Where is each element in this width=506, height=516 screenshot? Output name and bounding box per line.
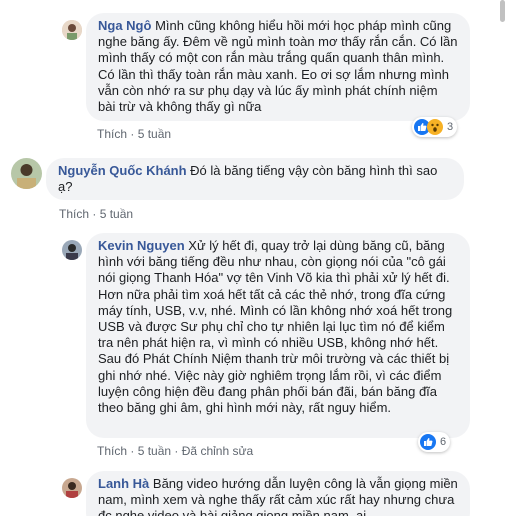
avatar[interactable] [62,20,82,40]
avatar-image [11,158,42,189]
comment-actions: Thích · 5 tuần · Đã chỉnh sửa [97,444,253,458]
comment-text: Băng video hướng dẫn luyện công là vẫn g… [98,476,458,516]
edited-label[interactable]: Đã chỉnh sửa [182,444,253,458]
timestamp[interactable]: 5 tuần [100,207,133,221]
comment-author[interactable]: Lanh Hà [98,476,153,491]
reaction-summary[interactable]: 3 [412,117,458,137]
scrollbar[interactable] [498,0,506,516]
reaction-count: 3 [447,121,454,133]
scroll-thumb[interactable] [500,0,505,22]
comment-author[interactable]: Nguyễn Quốc Khánh [58,163,190,178]
separator: · [92,207,100,221]
like-link[interactable]: Thích [97,127,127,141]
comment-actions: Thích · 5 tuần [97,127,171,141]
comment-author[interactable]: Kevin Nguyen [98,238,188,253]
comment-actions: Thích · 5 tuần [59,207,133,221]
avatar-image [62,240,82,260]
comment-text: Xử lý hết đi, quay trở lại dùng băng cũ,… [98,238,453,416]
like-icon [420,434,436,450]
separator: · [130,444,138,458]
separator: · [174,444,182,458]
reaction-summary[interactable]: 6 [418,432,451,452]
avatar[interactable] [62,478,82,498]
like-link[interactable]: Thích [97,444,127,458]
comment-bubble: Nga Ngô Mình cũng không hiểu hồi mới học… [86,13,470,121]
avatar[interactable] [62,240,82,260]
avatar-image [62,478,82,498]
timestamp[interactable]: 5 tuần [138,127,171,141]
reaction-count: 6 [440,436,447,448]
avatar-image [62,20,82,40]
comment-bubble: Nguyễn Quốc Khánh Đó là băng tiếng vậy c… [46,158,464,200]
comment-author[interactable]: Nga Ngô [98,18,155,33]
comment-bubble: Lanh Hà Băng video hướng dẫn luyện công … [86,471,470,516]
timestamp[interactable]: 5 tuần [138,444,171,458]
wow-icon [427,119,443,135]
separator: · [130,127,138,141]
like-link[interactable]: Thích [59,207,89,221]
avatar[interactable] [11,158,42,189]
comment-bubble: Kevin Nguyen Xử lý hết đi, quay trở lại … [86,233,470,438]
